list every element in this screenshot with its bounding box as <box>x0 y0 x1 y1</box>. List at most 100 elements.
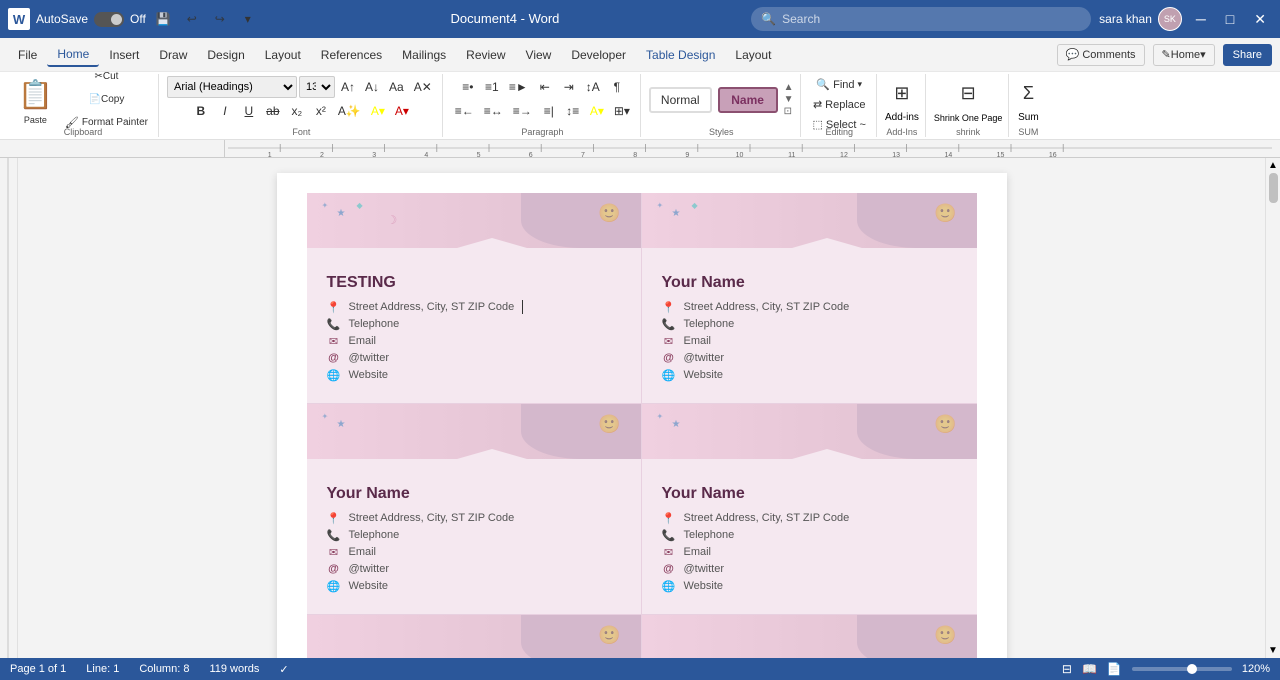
find-label: Find <box>833 79 854 91</box>
save-button[interactable]: 💾 <box>152 8 175 30</box>
clear-format-button[interactable]: A✕ <box>410 76 436 98</box>
title-bar-left: W AutoSave Off 💾 ↩ ↪ ▾ <box>8 8 259 30</box>
menu-view[interactable]: View <box>516 44 562 66</box>
clipboard-group: 📋 Paste ✂ Cut 📄 Copy 🖌 Format Painter Cl… <box>8 74 159 137</box>
avatar[interactable]: SK <box>1158 7 1182 31</box>
bold-button[interactable]: B <box>190 100 212 122</box>
cut-button[interactable]: ✂ Cut <box>61 66 152 88</box>
menu-layout2[interactable]: Layout <box>725 44 781 66</box>
menu-references[interactable]: References <box>311 44 392 66</box>
search-icon: 🔍 <box>761 12 776 26</box>
menu-home[interactable]: Home <box>47 43 99 67</box>
more-commands-button[interactable]: ▾ <box>237 8 259 30</box>
menu-mailings[interactable]: Mailings <box>392 44 456 66</box>
font-size-select[interactable]: 13 <box>299 76 335 98</box>
align-right-button[interactable]: ≡→ <box>509 100 536 122</box>
line-spacing-button[interactable]: ↕≡ <box>562 100 584 122</box>
style-normal[interactable]: Normal <box>649 87 712 113</box>
card-0-website-row: 🌐 Website <box>327 368 621 382</box>
font-color-button[interactable]: A▾ <box>391 100 413 122</box>
show-marks-button[interactable]: ¶ <box>606 76 628 98</box>
strikethrough-button[interactable]: ab <box>262 100 284 122</box>
page-area[interactable]: ⊕ ★ ◆ ☽ 🙂 ✦ <box>18 158 1265 658</box>
undo-button[interactable]: ↩ <box>181 8 203 30</box>
card-1-telephone: Telephone <box>684 318 735 330</box>
close-button[interactable]: ✕ <box>1248 11 1272 28</box>
increase-font-button[interactable]: A↑ <box>337 76 359 98</box>
minimize-button[interactable]: ─ <box>1190 11 1212 27</box>
card-1-twitter: @twitter <box>684 352 725 364</box>
align-left-button[interactable]: ≡← <box>451 100 478 122</box>
card-3-twitter: @twitter <box>684 563 725 575</box>
styles-down-arrow[interactable]: ▼ <box>784 94 794 105</box>
scroll-down-button[interactable]: ▼ <box>1266 643 1280 658</box>
increase-indent-button[interactable]: ⇥ <box>558 76 580 98</box>
style-name[interactable]: Name <box>718 87 778 113</box>
change-case-button[interactable]: Aa <box>385 76 408 98</box>
redo-button[interactable]: ↪ <box>209 8 231 30</box>
menu-review[interactable]: Review <box>456 44 515 66</box>
menu-table-design[interactable]: Table Design <box>636 44 725 66</box>
menu-design[interactable]: Design <box>197 44 254 66</box>
decrease-indent-button[interactable]: ⇤ <box>534 76 556 98</box>
superscript-button[interactable]: x² <box>310 100 332 122</box>
sum-group-label: SUM <box>1011 127 1045 137</box>
card-0-email-row: ✉ Email <box>327 334 621 348</box>
document-page: ⊕ ★ ◆ ☽ 🙂 ✦ <box>277 173 1007 658</box>
outline-button[interactable]: ≡► <box>505 76 532 98</box>
biz-card-4: 🙂 Your Name <box>307 614 642 658</box>
read-mode-button[interactable]: 📖 <box>1082 662 1097 676</box>
user-name: sara khan <box>1099 12 1152 26</box>
underline-button[interactable]: U <box>238 100 260 122</box>
replace-button[interactable]: ⇄ Replace <box>809 96 870 113</box>
numbering-button[interactable]: ≡1 <box>481 76 503 98</box>
share-button[interactable]: Share <box>1223 44 1272 66</box>
vertical-scrollbar[interactable]: ▲ ▼ <box>1265 158 1280 658</box>
shading-button[interactable]: A▾ <box>586 100 608 122</box>
editing-button[interactable]: ✎ Home ▾ <box>1153 44 1215 66</box>
svg-text:2: 2 <box>320 152 324 158</box>
print-layout-button[interactable]: 📄 <box>1107 662 1122 676</box>
scroll-thumb[interactable] <box>1269 173 1278 203</box>
copy-button[interactable]: 📄 Copy <box>61 89 152 111</box>
menu-insert[interactable]: Insert <box>99 44 149 66</box>
shrink-button[interactable]: ⊟ <box>957 76 980 111</box>
maximize-button[interactable]: □ <box>1220 11 1240 27</box>
paste-button[interactable]: 📋 <box>14 75 57 115</box>
styles-up-arrow[interactable]: ▲ <box>784 82 794 93</box>
text-effects-button[interactable]: A✨ <box>334 100 365 122</box>
font-row-1: Arial (Headings) 13 A↑ A↓ Aa A✕ <box>167 76 436 98</box>
autosave-toggle[interactable] <box>94 12 124 27</box>
search-input[interactable] <box>782 12 1081 26</box>
card-1-info: 📍Street Address, City, ST ZIP Code 📞Tele… <box>662 300 957 382</box>
subscript-button[interactable]: x₂ <box>286 100 308 122</box>
sort-button[interactable]: ↕A <box>582 76 604 98</box>
svg-text:4: 4 <box>424 152 428 158</box>
addins-button[interactable]: ⊞ <box>890 76 913 110</box>
italic-button[interactable]: I <box>214 100 236 122</box>
line-info: Line: 1 <box>86 663 119 675</box>
menu-layout[interactable]: Layout <box>255 44 311 66</box>
justify-button[interactable]: ≡| <box>538 100 560 122</box>
find-button[interactable]: 🔍 Find ▾ <box>812 76 866 93</box>
font-family-select[interactable]: Arial (Headings) <box>167 76 297 98</box>
menu-file[interactable]: File <box>8 44 47 66</box>
zoom-slider[interactable] <box>1132 667 1232 671</box>
menu-draw[interactable]: Draw <box>149 44 197 66</box>
decrease-font-button[interactable]: A↓ <box>361 76 383 98</box>
borders-button[interactable]: ⊞▾ <box>610 100 634 122</box>
align-center-button[interactable]: ≡↔ <box>480 100 507 122</box>
card-0-phone-row: 📞 Telephone <box>327 317 621 331</box>
view-mode-button[interactable]: ⊟ <box>1062 662 1072 676</box>
text-highlight-button[interactable]: A▾ <box>367 100 389 122</box>
comments-button[interactable]: 💬 Comments <box>1057 44 1145 66</box>
sum-button[interactable]: Σ <box>1017 76 1039 110</box>
status-right: ⊟ 📖 📄 120% <box>1062 662 1270 676</box>
scroll-up-button[interactable]: ▲ <box>1266 158 1280 173</box>
addins-label: Add-ins <box>885 112 919 123</box>
autosave-area: AutoSave Off <box>36 12 146 27</box>
styles-expand-arrow[interactable]: ⊡ <box>784 106 794 117</box>
menu-developer[interactable]: Developer <box>561 44 636 66</box>
card-0-email: Email <box>349 335 377 347</box>
bullets-button[interactable]: ≡• <box>457 76 479 98</box>
